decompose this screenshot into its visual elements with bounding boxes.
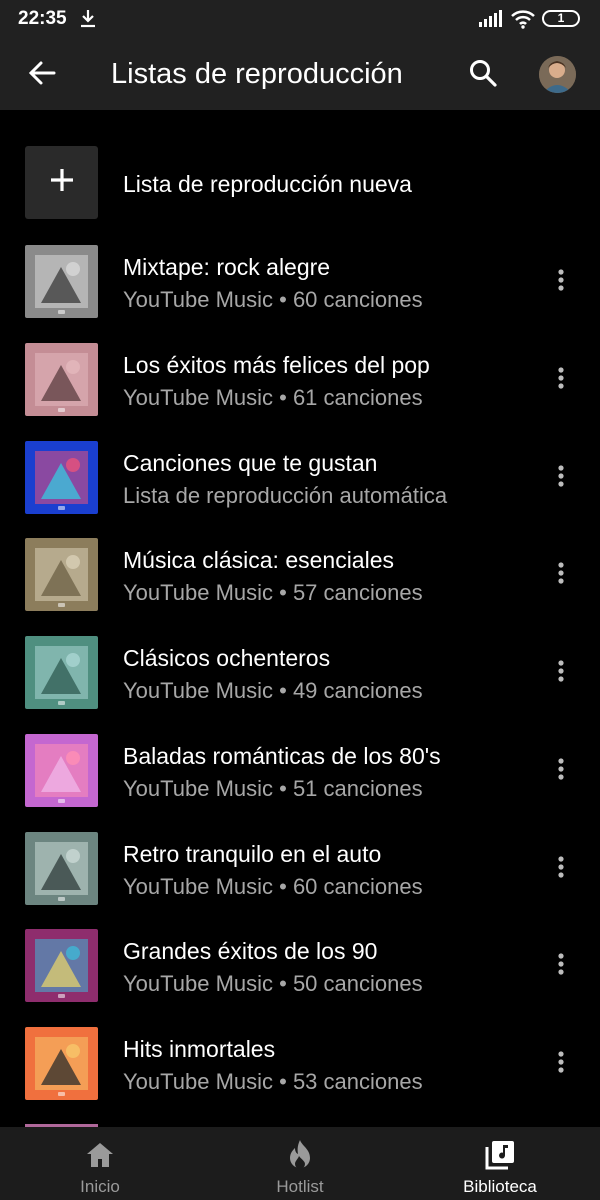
- more-options-button[interactable]: [548, 463, 574, 493]
- signal-icon: [478, 10, 502, 33]
- more-options-button[interactable]: [548, 951, 574, 981]
- playlist-row[interactable]: Canciones que te gustan Lista de reproduc…: [0, 441, 600, 515]
- playlist-title: Los éxitos más felices del pop: [123, 352, 430, 378]
- more-options-button[interactable]: [548, 756, 574, 786]
- more-vert-icon: [557, 855, 565, 884]
- more-vert-icon: [557, 561, 565, 590]
- battery-icon: 1: [542, 10, 580, 27]
- back-arrow-icon: [28, 60, 56, 91]
- more-options-button[interactable]: [548, 854, 574, 884]
- status-time: 22:35: [18, 8, 67, 29]
- playlist-title: Mixtape: rock alegre: [123, 254, 331, 280]
- playlist-subtitle: YouTube Music • 49 canciones: [123, 678, 423, 703]
- playlist-thumbnail: [25, 832, 98, 905]
- page-title: Listas de reproducción: [111, 58, 403, 90]
- playlist-thumbnail: [25, 245, 98, 318]
- more-options-button[interactable]: [548, 658, 574, 688]
- search-icon: [468, 58, 498, 93]
- playlist-subtitle: YouTube Music • 60 canciones: [123, 874, 423, 899]
- playlist-row[interactable]: Baladas románticas de los 80's YouTube Mu…: [0, 734, 600, 808]
- playlist-subtitle: YouTube Music • 61 canciones: [123, 385, 423, 410]
- more-vert-icon: [557, 757, 565, 786]
- playlist-subtitle: YouTube Music • 60 canciones: [123, 287, 423, 312]
- more-options-button[interactable]: [548, 560, 574, 590]
- playlist-title: Grandes éxitos de los 90: [123, 938, 378, 964]
- more-vert-icon: [557, 952, 565, 981]
- playlist-title: Música clásica: esenciales: [123, 547, 395, 573]
- playlist-row[interactable]: Retro tranquilo en el auto YouTube Music …: [0, 832, 600, 906]
- nav-label: Biblioteca: [463, 1177, 537, 1196]
- playlist-row[interactable]: Música clásica: esenciales YouTube Music …: [0, 538, 600, 612]
- playlist-row[interactable]: Hits inmortales YouTube Music • 53 cancio…: [0, 1027, 600, 1101]
- download-icon: [80, 9, 96, 29]
- more-options-button[interactable]: [548, 267, 574, 297]
- plus-icon: [49, 167, 75, 198]
- playlist-subtitle: YouTube Music • 50 canciones: [123, 971, 423, 996]
- library-icon: [483, 1139, 517, 1171]
- playlist-thumbnail: [25, 343, 98, 416]
- playlist-title: Clásicos ochenteros: [123, 645, 331, 671]
- playlist-row[interactable]: Los éxitos más felices del pop YouTube Mu…: [0, 343, 600, 417]
- playlist-thumbnail: [25, 538, 98, 611]
- more-options-button[interactable]: [548, 1049, 574, 1079]
- more-options-button[interactable]: [548, 365, 574, 395]
- new-playlist-thumb: [25, 146, 98, 219]
- playlist-title: Canciones que te gustan: [123, 450, 378, 476]
- nav-item-inicio[interactable]: Inicio: [0, 1127, 200, 1200]
- playlist-subtitle: YouTube Music • 57 canciones: [123, 580, 423, 605]
- playlist-subtitle: Lista de reproducción automática: [123, 483, 448, 508]
- playlist-title: Baladas románticas de los 80's: [123, 743, 441, 769]
- playlist-row[interactable]: Mixtape: rock alegre YouTube Music • 60 c…: [0, 245, 600, 319]
- bottom-navigation: Inicio Hotlist Biblioteca: [0, 1127, 600, 1200]
- more-vert-icon: [557, 1050, 565, 1079]
- playlist-row[interactable]: Clásicos ochenteros YouTube Music • 49 ca…: [0, 636, 600, 710]
- more-vert-icon: [557, 268, 565, 297]
- nav-label: Inicio: [80, 1177, 120, 1196]
- playlist-title: Retro tranquilo en el auto: [123, 841, 382, 867]
- playlist-thumbnail: [25, 636, 98, 709]
- nav-item-biblioteca[interactable]: Biblioteca: [400, 1127, 600, 1200]
- more-vert-icon: [557, 366, 565, 395]
- playlist-thumbnail: [25, 1027, 98, 1100]
- new-playlist-label: Lista de reproducción nueva: [123, 171, 412, 197]
- playlist-subtitle: YouTube Music • 53 canciones: [123, 1069, 423, 1094]
- back-button[interactable]: [24, 57, 60, 93]
- status-bar: 22:35 1: [0, 0, 600, 40]
- playlist-thumbnail: [25, 734, 98, 807]
- playlist-thumbnail: [25, 441, 98, 514]
- nav-item-hotlist[interactable]: Hotlist: [200, 1127, 400, 1200]
- more-vert-icon: [557, 659, 565, 688]
- search-button[interactable]: [464, 57, 502, 93]
- avatar[interactable]: [539, 56, 576, 93]
- home-icon: [83, 1139, 117, 1171]
- more-vert-icon: [557, 464, 565, 493]
- flame-icon: [283, 1139, 317, 1171]
- playlist-thumbnail: [25, 929, 98, 1002]
- playlist-title: Hits inmortales: [123, 1036, 276, 1062]
- app-bar: Listas de reproducción: [0, 40, 600, 110]
- new-playlist-row[interactable]: Lista de reproducción nueva: [0, 146, 600, 220]
- wifi-icon: [510, 9, 536, 34]
- playlist-subtitle: YouTube Music • 51 canciones: [123, 776, 423, 801]
- nav-label: Hotlist: [276, 1177, 324, 1196]
- playlist-row[interactable]: Grandes éxitos de los 90 YouTube Music • …: [0, 929, 600, 1003]
